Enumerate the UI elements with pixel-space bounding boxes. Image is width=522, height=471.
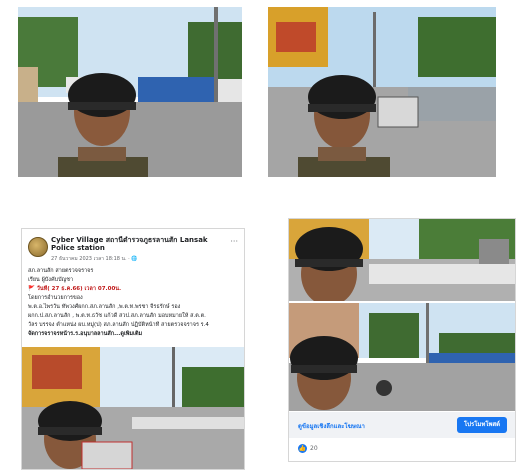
post-line: เรียน ผู้บังคับบัญชา (28, 277, 74, 283)
post-text: สภ.ลานสัก สายตรวจจราจร เรียน ผู้บังคับบั… (28, 267, 240, 339)
photo-selfie-street-1 (18, 7, 242, 177)
post-timestamp[interactable]: 27 ธันวาคม 2023 เวลา 18:18 น. · 🌐 (51, 255, 138, 263)
post-line: โดยการอำนวยการของ (28, 295, 83, 301)
see-more-link[interactable]: จัดการจราจรหน้าร.ร.อนุบาลลานสัก...ดูเพิ่… (28, 330, 240, 339)
post-line: ผกก.ป.สภ.ลานสัก , พ.ต.ท.ธวัช แก้วดี สวป.… (28, 313, 206, 319)
photo-selfie-street-2 (268, 7, 496, 177)
post-line: วัลร บรรจง ตำแหน่ง ผบ.หมู่(ป) สภ.ลานสัก … (28, 322, 209, 328)
post-line: พ.ต.อ.ไพรวัน ทัพวงศ์ผกก.สภ.ลานสัก ,พ.ต.ท… (28, 304, 181, 310)
ad-footer-bar: ดูข้อมูลเชิงลึกและโฆษณา โปรโมทโพสต์ (289, 412, 515, 438)
post-photo[interactable] (22, 347, 244, 469)
ad-photo-bottom[interactable] (289, 303, 515, 411)
promoted-post-card: ดูข้อมูลเชิงลึกและโฆษณา โปรโมทโพสต์ 👍 20 (288, 218, 516, 462)
insights-link[interactable]: ดูข้อมูลเชิงลึกและโฆษณา (298, 421, 365, 431)
page-avatar[interactable] (28, 237, 48, 257)
like-icon: 👍 (298, 444, 307, 453)
reaction-count: 20 (310, 445, 318, 452)
post-line: 🚩 วันที่( 27 ธ.ค.66) เวลา 07.00น. (28, 286, 122, 292)
page-name[interactable]: Cyber Village สถานีตำรวจภูธรลานสัก Lansa… (51, 236, 231, 252)
facebook-post: Cyber Village สถานีตำรวจภูธรลานสัก Lansa… (21, 228, 245, 470)
post-line: สภ.ลานสัก สายตรวจจราจร (28, 268, 94, 274)
ad-photo-top[interactable] (289, 219, 515, 301)
reaction-summary[interactable]: 👍 20 (298, 444, 318, 453)
post-header: Cyber Village สถานีตำรวจภูธรลานสัก Lansa… (26, 235, 240, 263)
more-horizontal-icon[interactable]: ··· (230, 237, 238, 246)
boost-post-button[interactable]: โปรโมทโพสต์ (457, 417, 507, 433)
